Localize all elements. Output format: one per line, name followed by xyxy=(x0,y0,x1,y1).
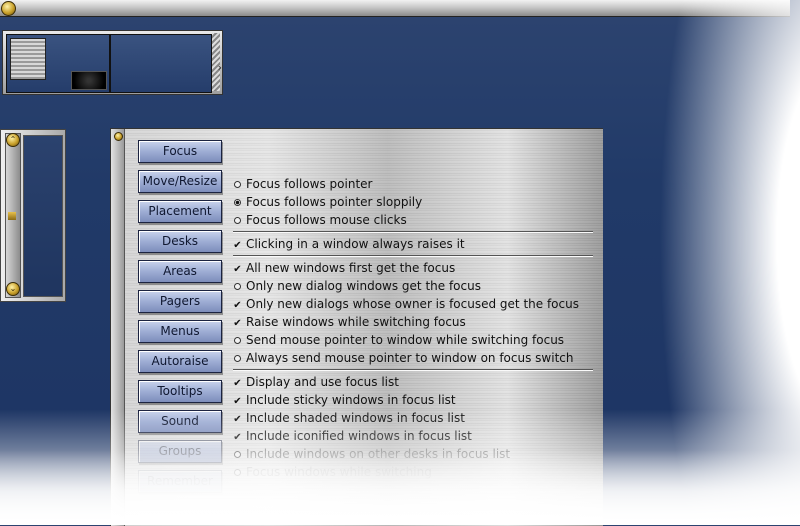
tab-pagers[interactable]: Pagers xyxy=(138,290,222,313)
top-title-bar[interactable] xyxy=(0,0,790,17)
desktop-pager[interactable]: › xyxy=(2,30,223,95)
option-label: All new windows first get the focus xyxy=(246,261,456,275)
radio-icon[interactable] xyxy=(234,337,241,344)
checkmark-icon[interactable]: ✔ xyxy=(233,262,242,278)
checkmark-icon[interactable]: ✔ xyxy=(233,412,242,428)
check-include-iconified[interactable]: ✔ Include iconified windows in focus list xyxy=(233,428,472,444)
radio-focus-follows-pointer[interactable]: Focus follows pointer xyxy=(233,176,372,192)
separator xyxy=(233,231,593,233)
check-display-focus-list[interactable]: ✔ Display and use focus list xyxy=(233,374,399,390)
checkmark-icon[interactable]: ✔ xyxy=(233,430,242,446)
option-label: Focus follows pointer sloppily xyxy=(246,195,423,209)
pager-window-thumbnail[interactable] xyxy=(10,38,46,80)
radio-icon[interactable] xyxy=(234,217,241,224)
chevron-right-icon[interactable]: › xyxy=(218,61,222,74)
option-label: Focus follows pointer xyxy=(246,177,373,191)
radio-icon[interactable] xyxy=(234,451,241,458)
option-label: Raise windows while switching focus xyxy=(246,315,466,329)
focus-settings-dialog: Focus Move/Resize Placement Desks Areas … xyxy=(110,128,603,526)
radio-icon[interactable] xyxy=(234,283,241,290)
tab-remember[interactable]: Remember xyxy=(138,470,222,493)
tab-placement[interactable]: Placement xyxy=(138,200,222,223)
radio-include-other-desks[interactable]: Include windows on other desks in focus … xyxy=(233,446,510,462)
checkmark-icon[interactable]: ✔ xyxy=(233,238,242,254)
tab-areas[interactable]: Areas xyxy=(138,260,222,283)
checkmark-icon[interactable]: ✔ xyxy=(233,394,242,410)
pager-window-thumbnail[interactable] xyxy=(71,71,107,90)
check-include-shaded[interactable]: ✔ Include shaded windows in focus list xyxy=(233,410,465,426)
tab-tooltips[interactable]: Tooltips xyxy=(138,380,222,403)
menu-knob-icon[interactable] xyxy=(1,1,16,16)
scroll-panel xyxy=(23,135,63,297)
check-include-sticky[interactable]: ✔ Include sticky windows in focus list xyxy=(233,392,456,410)
radio-focus-while-switching[interactable]: Focus windows while switching xyxy=(233,464,432,480)
tab-desks[interactable]: Desks xyxy=(138,230,222,253)
radio-icon[interactable] xyxy=(234,469,241,476)
check-new-dialogs-owner-focus[interactable]: ✔ Only new dialogs whose owner is focused… xyxy=(233,296,579,312)
tab-groups[interactable]: Groups xyxy=(138,440,222,463)
radio-icon[interactable] xyxy=(234,355,241,362)
radio-focus-follows-mouse-clicks[interactable]: Focus follows mouse clicks xyxy=(233,212,407,228)
option-label: Only new dialog windows get the focus xyxy=(246,279,481,293)
radio-send-pointer-while-switching[interactable]: Send mouse pointer to window while switc… xyxy=(233,332,564,348)
tab-move-resize[interactable]: Move/Resize xyxy=(138,170,222,193)
option-label: Display and use focus list xyxy=(246,375,399,389)
tab-sound[interactable]: Sound xyxy=(138,410,222,433)
dialog-frame xyxy=(111,129,125,526)
separator xyxy=(233,255,593,257)
check-new-windows-focus[interactable]: ✔ All new windows first get the focus xyxy=(233,260,455,276)
tab-autoraise[interactable]: Autoraise xyxy=(138,350,222,373)
check-raise-while-switching[interactable]: ✔ Raise windows while switching focus xyxy=(233,314,466,330)
window-knob-icon[interactable] xyxy=(114,132,123,141)
checkmark-icon[interactable]: ✔ xyxy=(233,298,242,314)
checkmark-icon[interactable]: ✔ xyxy=(233,376,242,392)
vertical-scroll-widget[interactable]: ⌃ ⌄ xyxy=(0,129,66,302)
radio-new-dialogs-focus[interactable]: Only new dialog windows get the focus xyxy=(233,278,481,294)
radio-always-send-pointer[interactable]: Always send mouse pointer to window on f… xyxy=(233,350,573,366)
option-label: Include shaded windows in focus list xyxy=(246,411,465,425)
check-click-raise[interactable]: ✔ Clicking in a window always raises it xyxy=(233,236,465,254)
option-label: Clicking in a window always raises it xyxy=(246,237,465,251)
option-label: Include windows on other desks in focus … xyxy=(246,447,511,461)
scroll-down-icon[interactable]: ⌄ xyxy=(6,282,20,296)
radio-focus-follows-pointer-sloppily[interactable]: Focus follows pointer sloppily xyxy=(233,194,422,210)
separator xyxy=(233,369,593,371)
option-label: Include sticky windows in focus list xyxy=(246,393,456,407)
option-label: Include iconified windows in focus list xyxy=(246,429,472,443)
scroll-up-icon[interactable]: ⌃ xyxy=(6,133,20,147)
option-label: Focus follows mouse clicks xyxy=(246,213,407,227)
tab-focus[interactable]: Focus xyxy=(138,140,222,163)
option-label: Focus windows while switching xyxy=(246,465,432,479)
option-label: Always send mouse pointer to window on f… xyxy=(246,351,574,365)
option-label: Send mouse pointer to window while switc… xyxy=(246,333,565,347)
tab-menus[interactable]: Menus xyxy=(138,320,222,343)
scrollbar-thumb[interactable] xyxy=(8,212,16,220)
option-label: Only new dialogs whose owner is focused … xyxy=(246,297,579,311)
checkmark-icon[interactable]: ✔ xyxy=(233,316,242,332)
pager-desk-1[interactable] xyxy=(6,34,110,93)
radio-selected-icon[interactable] xyxy=(234,199,241,206)
pager-desk-2[interactable] xyxy=(110,34,212,93)
radio-icon[interactable] xyxy=(234,181,241,188)
